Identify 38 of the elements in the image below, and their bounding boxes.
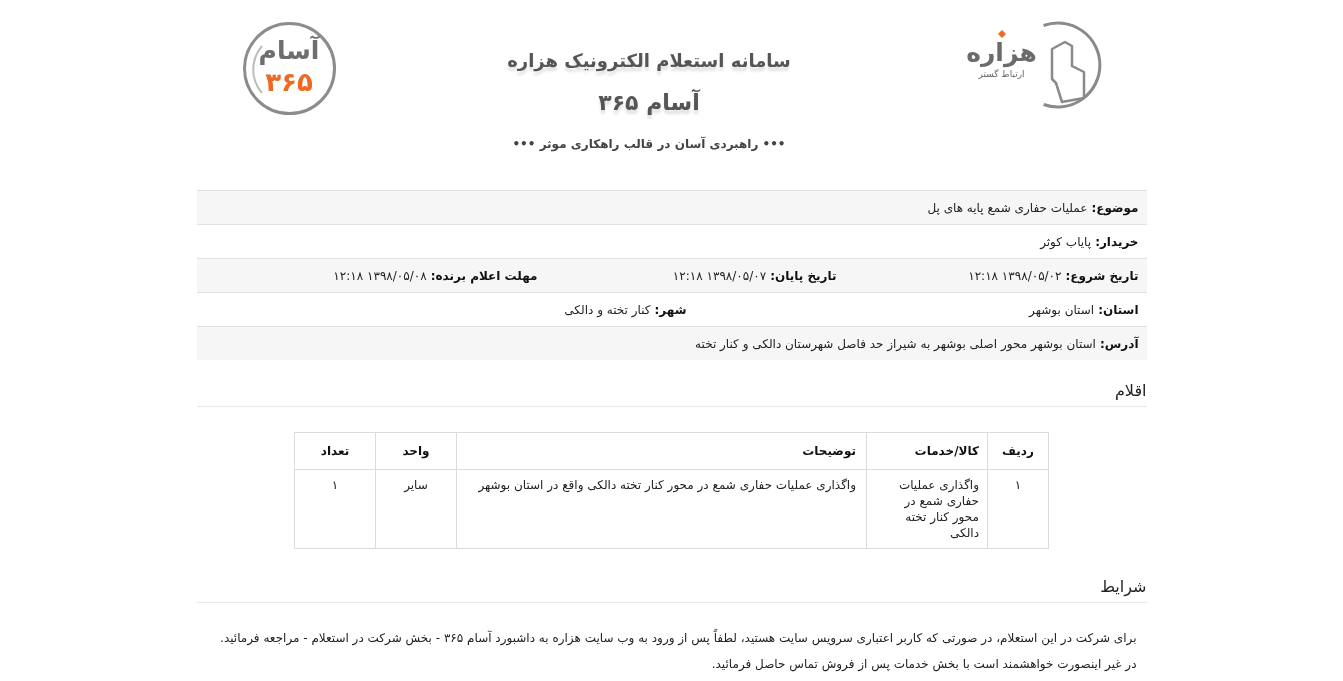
field-label: تاریخ شروع: xyxy=(1065,268,1139,283)
slogan: ••• راهبردی آسان در قالب راهکاری موثر ••• xyxy=(511,135,787,154)
field-value: ۱۳۹۸/۰۵/۰۷ ۱۲:۱۸ xyxy=(672,268,767,283)
site-title: سامانه استعلام الکترونیک هزاره xyxy=(507,49,791,74)
logo-number: ۳۶۵ xyxy=(265,67,313,97)
field-label: مهلت اعلام برنده: xyxy=(430,268,538,283)
logo-wordmark: آسام xyxy=(258,35,320,67)
terms-paragraph: برای شرکت در این استعلام، در صورتی که کاربر اعتباری سرویس سایت هستید، لطفاً پس از ورود به وب سایت هزاره به داشبورد آسام ۳۶۵ - بخش شرکت در استعلام - مراجعه فرمائید. xyxy=(219,628,1138,648)
section-title: اقلام xyxy=(1114,381,1147,400)
field-label: موضوع: xyxy=(1091,200,1139,215)
product-title: آسام ۳۶۵ xyxy=(597,88,702,117)
field-label: خریدار: xyxy=(1095,234,1139,249)
column-header: کالا/خدمات xyxy=(866,432,988,470)
table-cell: واگذاری عملیات حفاری شمع در محور کنار تخته دالکی xyxy=(866,469,988,549)
field-label: آدرس: xyxy=(1099,336,1139,351)
table-cell: ۱ xyxy=(294,469,376,549)
table-cell: واگذاری عملیات حفاری شمع در محور کنار تخته دالکی واقع در استان بوشهر xyxy=(456,469,867,549)
column-header: تعداد xyxy=(294,432,376,470)
field-label: استان: xyxy=(1098,302,1139,317)
diamond-icon xyxy=(997,30,1006,38)
field-value: ۱۳۹۸/۰۵/۰۲ ۱۲:۱۸ xyxy=(968,268,1062,283)
field-value: استان بوشهر xyxy=(1029,302,1095,317)
field-value: استان بوشهر محور اصلی بوشهر به شیراز حد فاصل شهرستان دالکی و کنار تخته xyxy=(695,336,1096,351)
field-value: عملیات حفاری شمع پایه های پل xyxy=(927,200,1088,215)
table-cell: ۱ xyxy=(987,469,1049,549)
field-label: شهر: xyxy=(654,302,687,317)
section-title: شرایط xyxy=(1100,577,1147,596)
field-value: پایاب کوثر xyxy=(1040,234,1092,249)
terms-paragraph: در غیر اینصورت خواهشمند است با بخش خدمات پس از فروش تماس حاصل فرمائید. xyxy=(710,656,1138,674)
table-cell: سایر xyxy=(375,469,457,549)
logo-wordmark: هزاره xyxy=(966,38,1037,68)
field-value: کنار تخته و دالکی xyxy=(564,302,651,317)
field-value: ۱۳۹۸/۰۵/۰۸ ۱۲:۱۸ xyxy=(333,268,427,283)
logo-tagline: ارتباط گستر xyxy=(978,68,1025,80)
field-label: تاریخ پایان: xyxy=(770,268,837,283)
column-header: واحد xyxy=(375,432,457,470)
column-header: ردیف xyxy=(987,432,1049,470)
column-header: توضیحات xyxy=(456,432,867,470)
